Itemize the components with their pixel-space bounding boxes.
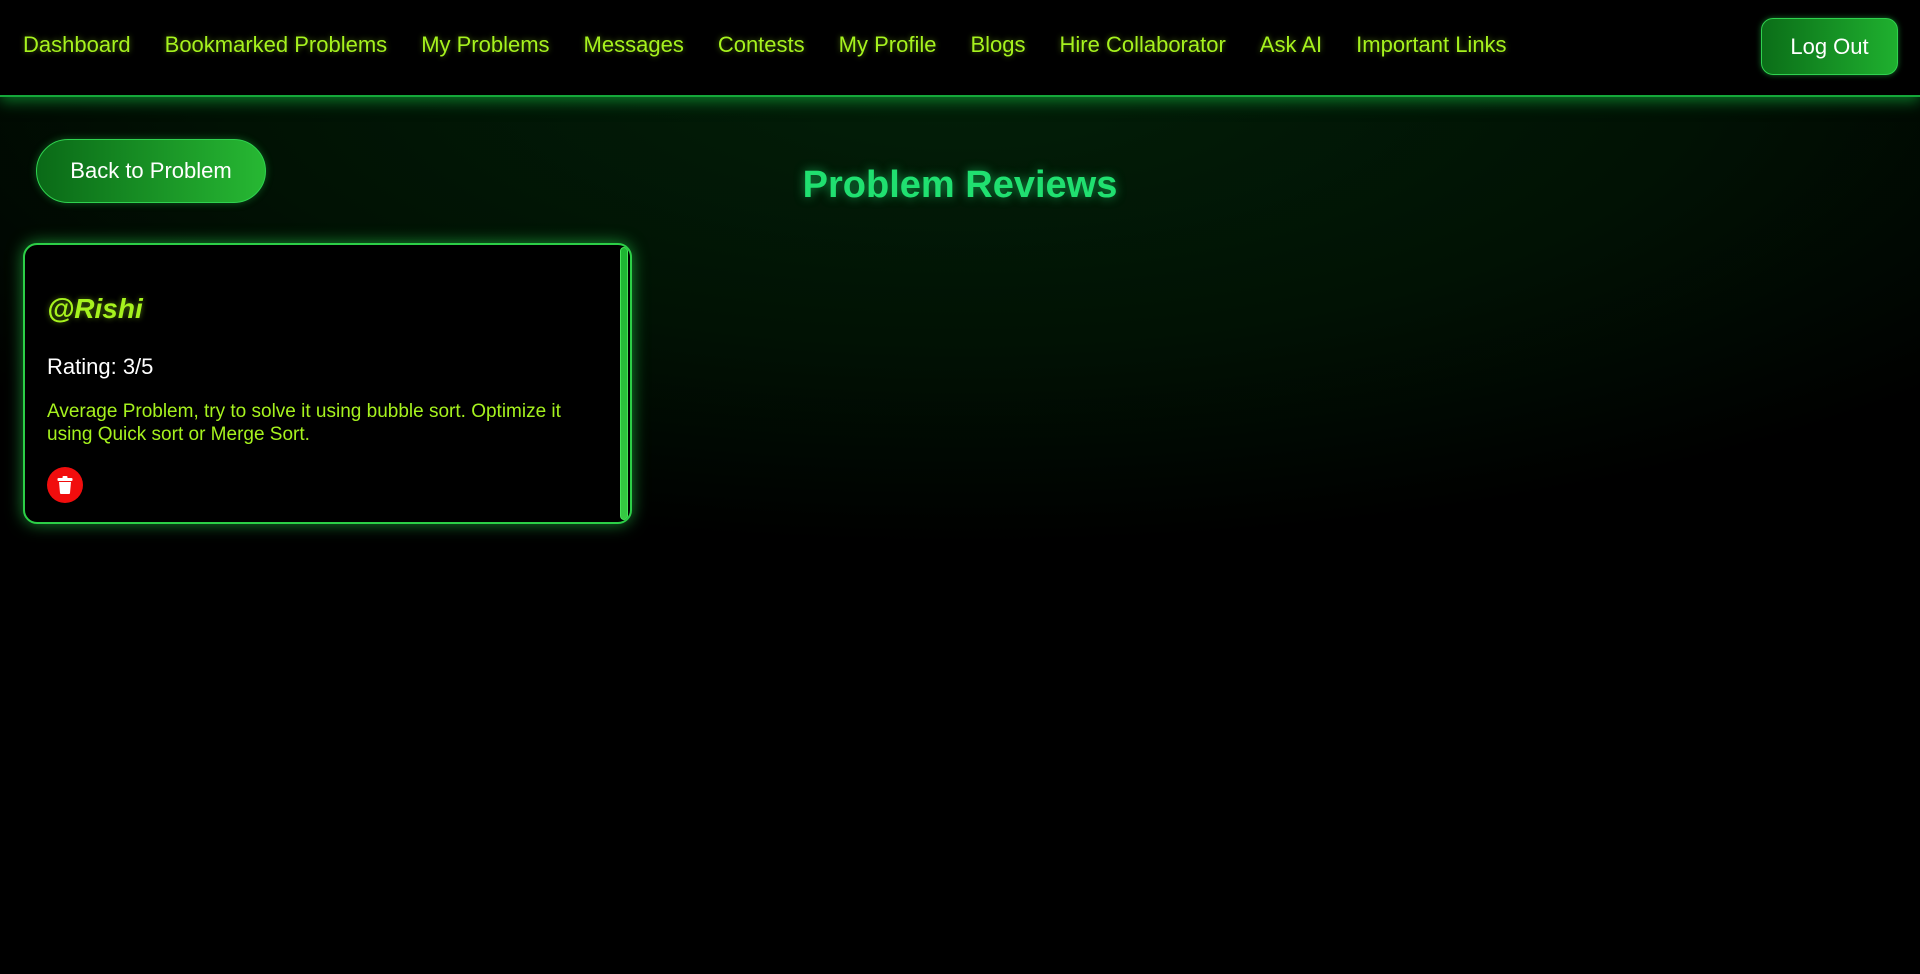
nav-link-hire-collaborator[interactable]: Hire Collaborator [1060, 32, 1226, 58]
nav-link-messages[interactable]: Messages [584, 32, 684, 58]
card-scrollbar[interactable] [620, 247, 628, 520]
top-navbar: Dashboard Bookmarked Problems My Problem… [0, 0, 1920, 97]
review-rating: Rating: 3/5 [47, 354, 154, 379]
delete-review-button[interactable] [47, 467, 83, 503]
nav-links: Dashboard Bookmarked Problems My Problem… [0, 0, 1541, 90]
review-username: @Rishi [47, 293, 143, 324]
review-text: Average Problem, try to solve it using b… [47, 401, 561, 445]
nav-link-important-links[interactable]: Important Links [1356, 32, 1506, 58]
logout-button[interactable]: Log Out [1761, 18, 1898, 75]
nav-link-my-profile[interactable]: My Profile [839, 32, 937, 58]
nav-link-ask-ai[interactable]: Ask AI [1260, 32, 1322, 58]
nav-link-bookmarked-problems[interactable]: Bookmarked Problems [165, 32, 388, 58]
review-card: @Rishi Rating: 3/5 Average Problem, try … [23, 243, 632, 524]
nav-link-dashboard[interactable]: Dashboard [23, 32, 131, 58]
page-title: Problem Reviews [802, 164, 1118, 206]
page: Dashboard Bookmarked Problems My Problem… [0, 0, 1920, 974]
nav-link-contests[interactable]: Contests [718, 32, 805, 58]
nav-link-blogs[interactable]: Blogs [970, 32, 1025, 58]
nav-link-my-problems[interactable]: My Problems [421, 32, 549, 58]
trash-icon [57, 476, 73, 494]
